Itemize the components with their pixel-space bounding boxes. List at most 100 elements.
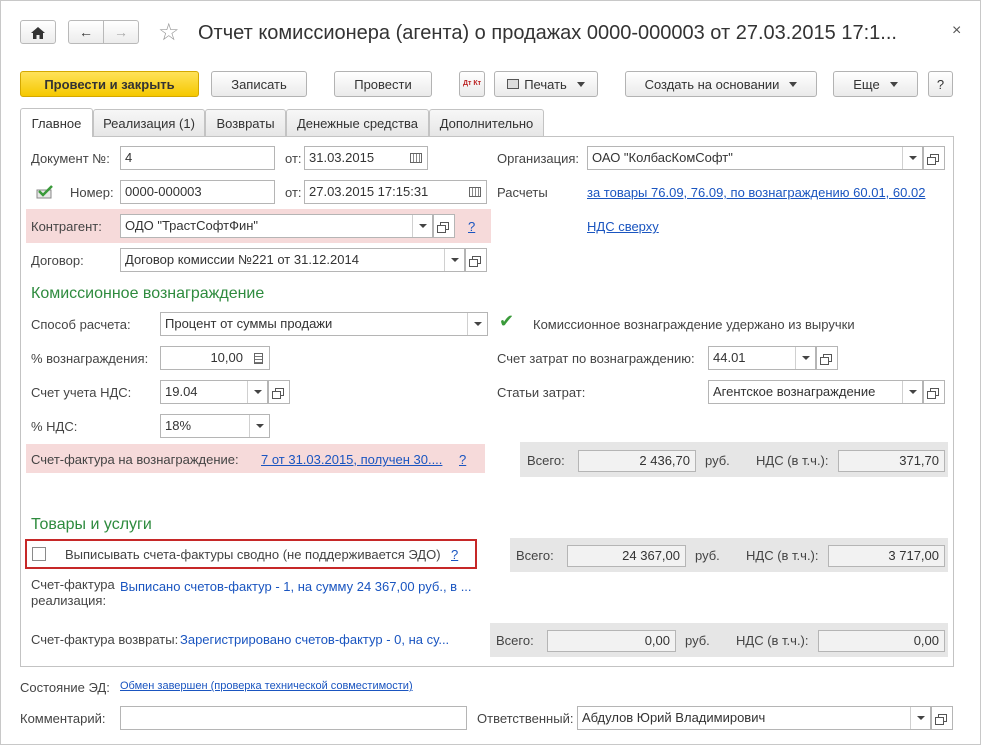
comment-input[interactable] [120, 706, 467, 730]
invoice-returns-link[interactable]: Зарегистрировано счетов-фактур - 0, на с… [180, 632, 449, 647]
save-button[interactable]: Записать [211, 71, 307, 97]
close-icon[interactable]: × [952, 22, 961, 40]
cost-items-open-button[interactable] [923, 380, 945, 404]
tab-additional-label: Дополнительно [439, 115, 534, 131]
goods-section-title: Товары и услуги [31, 516, 152, 533]
vat-rate-value: 18% [165, 418, 192, 433]
number-input[interactable]: 0000-000003 [120, 180, 275, 204]
organization-select[interactable]: ОАО "КолбасКомСофт" [587, 146, 923, 170]
percent-value: 10,00 [210, 350, 243, 365]
contract-open-button[interactable] [465, 248, 487, 272]
tab-additional[interactable]: Дополнительно [429, 109, 544, 136]
chevron-down-icon[interactable] [902, 381, 922, 403]
tab-returns[interactable]: Возвраты [205, 109, 286, 136]
commission-total-label: Всего: [527, 453, 565, 468]
save-label: Записать [231, 76, 287, 92]
more-button[interactable]: Еще [833, 71, 918, 97]
chevron-down-icon[interactable] [910, 707, 930, 729]
star-icon[interactable]: ☆ [158, 18, 180, 47]
vat-rate-select[interactable]: 18% [160, 414, 270, 438]
calculations-link[interactable]: за товары 76.09, 76.09, по вознаграждени… [587, 185, 927, 200]
chevron-down-icon[interactable] [412, 215, 432, 237]
window-title: Отчет комиссионера (агента) о продажах 0… [198, 22, 897, 44]
vat-account-value: 19.04 [165, 384, 198, 399]
organization-label: Организация: [497, 151, 580, 166]
cost-account-select[interactable]: 44.01 [708, 346, 816, 370]
cost-account-value: 44.01 [713, 350, 746, 365]
counterparty-select[interactable]: ОДО "ТрастСофтФин" [120, 214, 433, 238]
forward-button[interactable]: → [103, 20, 139, 44]
summary-invoices-help-link[interactable]: ? [451, 547, 458, 562]
counterparty-value: ОДО "ТрастСофтФин" [125, 218, 259, 233]
contract-label: Договор: [31, 253, 84, 268]
calendar-icon[interactable] [405, 147, 427, 169]
vat-on-top-link[interactable]: НДС сверху [587, 219, 659, 234]
contract-select[interactable]: Договор комиссии №221 от 31.12.2014 [120, 248, 465, 272]
chevron-down-icon[interactable] [902, 147, 922, 169]
number-date-input[interactable]: 27.03.2015 17:15:31 [304, 180, 487, 204]
invoice-link[interactable]: 7 от 31.03.2015, получен 30.... [261, 452, 442, 467]
tab-funds-label: Денежные средства [296, 115, 419, 131]
open-icon [436, 222, 449, 233]
number-value: 0000-000003 [125, 184, 202, 199]
invoice-help-link[interactable]: ? [459, 452, 466, 467]
responsible-open-button[interactable] [931, 706, 953, 730]
returns-currency: руб. [685, 633, 710, 648]
print-button[interactable]: Печать [494, 71, 598, 97]
calculator-icon[interactable] [247, 347, 269, 369]
counterparty-open-button[interactable] [433, 214, 455, 238]
commission-section-title: Комиссионное вознаграждение [31, 285, 265, 302]
organization-open-button[interactable] [923, 146, 945, 170]
arrow-right-icon: → [114, 24, 128, 40]
doc-date-input[interactable]: 31.03.2015 [304, 146, 428, 170]
calc-method-select[interactable]: Процент от суммы продажи [160, 312, 488, 336]
chevron-down-icon[interactable] [249, 415, 269, 437]
responsible-select[interactable]: Абдулов Юрий Владимирович [577, 706, 931, 730]
doc-number-input[interactable]: 4 [120, 146, 275, 170]
calc-method-label: Способ расчета: [31, 317, 131, 332]
percent-input[interactable]: 10,00 [160, 346, 270, 370]
retained-label: Комиссионное вознаграждение удержано из … [533, 317, 855, 332]
tab-main[interactable]: Главное [20, 108, 93, 137]
chevron-down-icon[interactable] [467, 313, 487, 335]
goods-total-value: 24 367,00 [622, 548, 680, 563]
home-icon [31, 26, 45, 39]
create-based-on-button[interactable]: Создать на основании [625, 71, 817, 97]
post-and-close-button[interactable]: Провести и закрыть [20, 71, 199, 97]
print-label: Печать [524, 76, 567, 92]
chevron-down-icon[interactable] [795, 347, 815, 369]
counterparty-help-link[interactable]: ? [468, 219, 475, 234]
tab-sales[interactable]: Реализация (1) [93, 109, 205, 136]
calendar-icon[interactable] [464, 181, 486, 203]
vat-account-open-button[interactable] [268, 380, 290, 404]
chevron-down-icon[interactable] [247, 381, 267, 403]
comment-label: Комментарий: [20, 711, 106, 726]
post-button[interactable]: Провести [334, 71, 432, 97]
returns-vat-value: 0,00 [913, 633, 939, 648]
dtkt-icon: Дт Кт [463, 80, 482, 87]
back-button[interactable]: ← [68, 20, 104, 44]
tab-funds[interactable]: Денежные средства [286, 109, 429, 136]
invoice-sale-link[interactable]: Выписано счетов-фактур - 1, на сумму 24 … [120, 579, 472, 594]
ed-state-link[interactable]: Обмен завершен (проверка технической сов… [120, 680, 413, 692]
cost-items-select[interactable]: Агентское вознаграждение [708, 380, 923, 404]
cost-account-open-button[interactable] [816, 346, 838, 370]
commission-total-value: 2 436,70 [639, 453, 690, 468]
percent-label: % вознаграждения: [31, 351, 149, 366]
goods-currency: руб. [695, 548, 720, 563]
open-icon [934, 714, 947, 725]
vat-account-select[interactable]: 19.04 [160, 380, 268, 404]
retained-checkbox[interactable]: ✔ [499, 311, 514, 332]
invoice-sale-label-1: Счет-фактура [31, 577, 115, 592]
summary-invoices-checkbox[interactable] [32, 547, 46, 561]
dtkt-button[interactable]: Дт Кт [459, 71, 485, 97]
summary-invoices-label: Выписывать счета-фактуры сводно (не подд… [65, 547, 441, 562]
home-button[interactable] [20, 20, 56, 44]
commission-vat-field: 371,70 [838, 450, 945, 472]
goods-total-field: 24 367,00 [567, 545, 686, 567]
help-button[interactable]: ? [928, 71, 953, 97]
goods-vat-value: 3 717,00 [888, 548, 939, 563]
number-date-value: 27.03.2015 17:15:31 [309, 184, 429, 199]
chevron-down-icon[interactable] [444, 249, 464, 271]
vat-account-label: Счет учета НДС: [31, 385, 132, 400]
